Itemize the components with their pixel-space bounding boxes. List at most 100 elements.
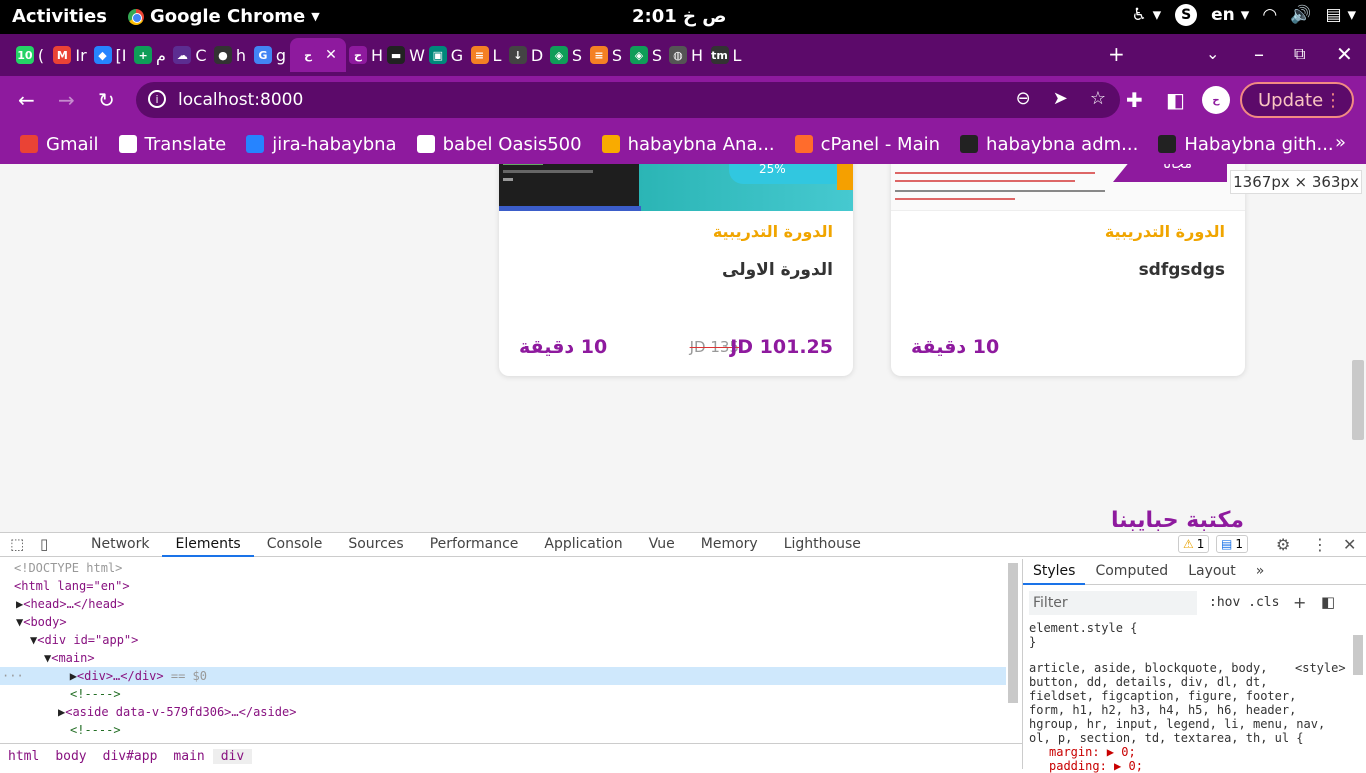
breadcrumb-item[interactable]: main — [165, 749, 212, 764]
styles-scrollbar[interactable] — [1353, 635, 1363, 675]
browser-tab[interactable]: Gg — [250, 38, 290, 72]
breadcrumb-item[interactable]: div — [212, 749, 253, 764]
tab-computed[interactable]: Computed — [1085, 559, 1178, 585]
extensions-icon[interactable]: ✚ — [1126, 88, 1143, 112]
dom-div-app[interactable]: ▼<div id="app"> — [0, 631, 1006, 649]
bookmark-item[interactable]: Translate — [118, 134, 226, 155]
dom-selected-div[interactable]: ··· ▶<div>…</div> == $0 — [0, 667, 1006, 685]
devtools-tab-console[interactable]: Console — [254, 533, 336, 557]
devtools-tab-vue[interactable]: Vue — [636, 533, 688, 557]
browser-tab[interactable]: 10( — [10, 38, 50, 72]
bookmark-star-icon[interactable]: ☆ — [1090, 88, 1106, 109]
dom-head[interactable]: ▶<head>…</head> — [0, 595, 1006, 613]
devtools-tab-elements[interactable]: Elements — [162, 533, 254, 557]
skype-icon[interactable]: S — [1175, 4, 1198, 26]
rule-selector[interactable]: ol, p, section, td, textarea, th, ul { — [1029, 731, 1355, 745]
more-bookmarks-icon[interactable]: » — [1335, 132, 1346, 153]
course-card[interactable]: 25% الدورة التدريبية الدورة الاولى 10 دق… — [499, 164, 853, 376]
send-icon[interactable]: ➤ — [1053, 88, 1068, 109]
dom-comment[interactable]: <!----> — [0, 721, 1006, 739]
devtools-tab-application[interactable]: Application — [531, 533, 635, 557]
more-tabs-icon[interactable]: » — [1246, 559, 1275, 585]
language-indicator[interactable]: en ▾ — [1211, 5, 1249, 25]
devtools-tab-memory[interactable]: Memory — [688, 533, 771, 557]
browser-tab[interactable]: ◈ S — [626, 38, 666, 72]
close-tab-icon[interactable]: ✕ — [325, 47, 337, 63]
page-scrollbar[interactable] — [1352, 360, 1364, 440]
browser-tab[interactable]: tm L — [706, 38, 746, 72]
bookmark-item[interactable]: Gmail — [20, 134, 99, 155]
more-menu-icon[interactable]: ⋮ — [1324, 90, 1342, 111]
browser-tab[interactable]: + م — [130, 38, 170, 72]
warnings-badge[interactable]: ⚠ 1 — [1178, 535, 1210, 553]
browser-tab[interactable]: ↓ D — [506, 38, 546, 72]
accessibility-icon[interactable]: ♿ ▾ — [1131, 5, 1161, 25]
browser-tab[interactable]: ≡ S — [586, 38, 626, 72]
browser-tab[interactable]: ◍ H — [666, 38, 706, 72]
forward-icon[interactable]: → — [58, 88, 75, 112]
hov-cls-toggle[interactable]: :hov .cls — [1209, 595, 1279, 610]
devtools-tab-performance[interactable]: Performance — [417, 533, 532, 557]
toggle-sidebar-icon[interactable]: ◧ — [1321, 593, 1335, 611]
dom-main[interactable]: ▼<main> — [0, 649, 1006, 667]
update-button[interactable]: Update ⋮ — [1240, 82, 1354, 118]
dom-tree[interactable]: <!DOCTYPE html> <html lang="en"> ▶<head>… — [0, 559, 1006, 741]
url-text[interactable]: localhost:8000 — [178, 90, 303, 110]
bookmark-item[interactable]: babel Oasis500 — [416, 134, 582, 155]
browser-tab[interactable]: ح ✕ — [290, 38, 346, 72]
dom-scrollbar[interactable] — [1008, 563, 1018, 703]
rule-declaration[interactable]: padding: ▶ 0; — [1029, 759, 1355, 773]
system-tray[interactable]: ♿ ▾ S en ▾ ◠ 🔊 ▤ ▾ — [1131, 4, 1356, 26]
dom-html[interactable]: <html lang="en"> — [0, 577, 1006, 595]
course-title[interactable]: الدورة الاولى — [722, 260, 833, 280]
restore-icon[interactable]: ⧉ — [1294, 44, 1305, 64]
zoom-icon[interactable]: ⊖ — [1016, 88, 1031, 109]
rule-declaration[interactable]: margin: ▶ 0; — [1029, 745, 1355, 759]
tab-layout[interactable]: Layout — [1178, 559, 1246, 585]
rule-selector[interactable]: fieldset, figcaption, figure, footer, — [1029, 689, 1355, 703]
inspect-element-icon[interactable]: ⬚ — [10, 535, 24, 553]
dom-aside[interactable]: ▶<aside data-v-579fd306>…</aside> — [0, 703, 1006, 721]
dom-body[interactable]: ▼<body> — [0, 613, 1006, 631]
bookmark-item[interactable]: cPanel - Main — [794, 134, 940, 155]
rule-selector[interactable]: form, h1, h2, h3, h4, h5, h6, header, — [1029, 703, 1355, 717]
browser-tab[interactable]: ≡ L — [466, 38, 506, 72]
course-card[interactable]: مجانا الدورة التدريبية sdfgsdgs 10 دقيقة — [891, 164, 1245, 376]
browser-tab[interactable]: ▬ W — [386, 38, 426, 72]
device-toolbar-icon[interactable]: ▯ — [40, 535, 48, 553]
more-options-icon[interactable]: ⋮ — [1312, 535, 1328, 554]
browser-tab[interactable]: حH — [346, 38, 386, 72]
tab-styles[interactable]: Styles — [1023, 559, 1086, 585]
site-info-icon[interactable]: i — [148, 90, 166, 108]
course-title[interactable]: sdfgsdgs — [1139, 260, 1225, 280]
app-menu[interactable]: Google Chrome ▼ — [128, 6, 320, 27]
activities-button[interactable]: Activities — [12, 6, 107, 27]
breadcrumb-item[interactable]: body — [47, 749, 94, 764]
browser-tab[interactable]: ☁ C — [170, 38, 210, 72]
bookmark-item[interactable]: habaybna adm... — [960, 134, 1138, 155]
devtools-tab-sources[interactable]: Sources — [335, 533, 416, 557]
profile-avatar[interactable]: ح — [1202, 86, 1230, 114]
devtools-tab-lighthouse[interactable]: Lighthouse — [771, 533, 874, 557]
rule-selector[interactable]: article, aside, blockquote, body, <style> — [1029, 661, 1355, 675]
tab-search-icon[interactable]: ⌄ — [1206, 44, 1219, 63]
bookmark-item[interactable]: jira-habaybna — [246, 134, 397, 155]
browser-tab[interactable]: ● h — [210, 38, 250, 72]
devtools-tab-network[interactable]: Network — [78, 533, 162, 557]
back-icon[interactable]: ← — [18, 88, 35, 112]
dom-comment[interactable]: <!----> — [0, 685, 1006, 703]
breadcrumb-item[interactable]: html — [0, 749, 47, 764]
styles-filter-input[interactable]: Filter — [1029, 591, 1197, 615]
breadcrumb-item[interactable]: div#app — [95, 749, 166, 764]
browser-tab[interactable]: ◈ S — [546, 38, 586, 72]
minimize-icon[interactable]: – — [1254, 42, 1264, 66]
settings-gear-icon[interactable]: ⚙ — [1276, 535, 1290, 554]
address-bar[interactable]: i localhost:8000 ⊖ ➤ ☆ — [136, 82, 1120, 118]
messages-badge[interactable]: ▤ 1 — [1216, 535, 1248, 553]
bookmark-item[interactable]: habaybna Ana... — [601, 134, 775, 155]
new-rule-icon[interactable]: + — [1293, 593, 1306, 612]
clock[interactable]: 2:01 ص خ — [632, 6, 727, 27]
rule-selector[interactable]: hgroup, hr, input, legend, li, menu, nav… — [1029, 717, 1355, 731]
dom-doctype[interactable]: <!DOCTYPE html> — [0, 559, 1006, 577]
close-devtools-icon[interactable]: ✕ — [1343, 535, 1356, 554]
